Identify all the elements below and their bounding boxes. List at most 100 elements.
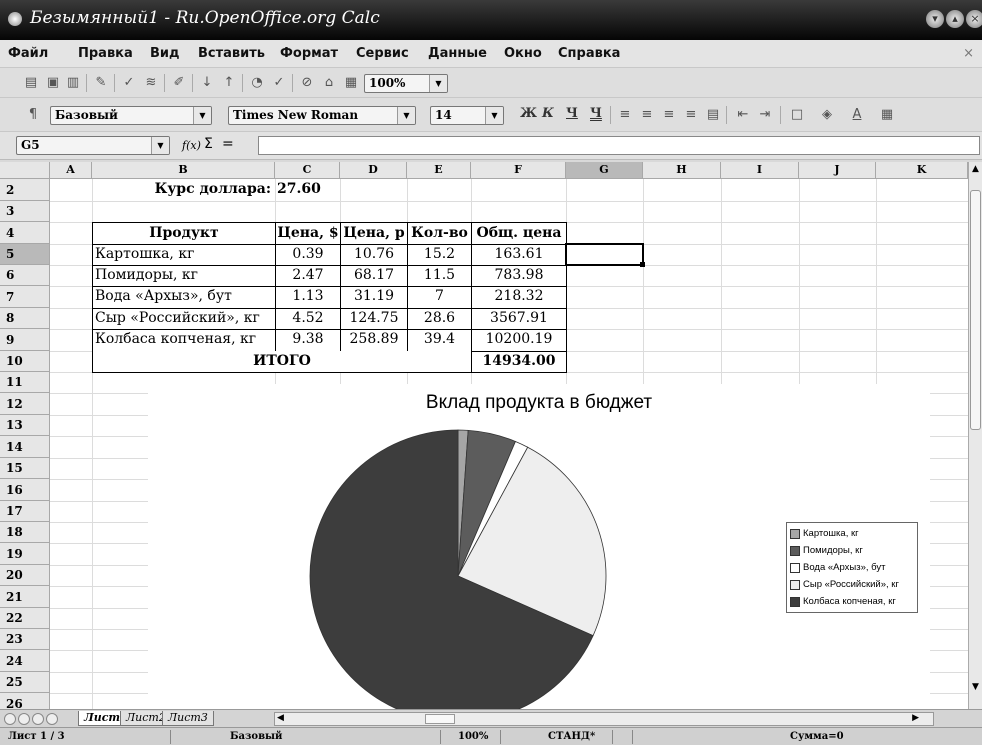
total-cell[interactable]: 3567.91 — [472, 308, 567, 330]
font-select[interactable]: Times New Roman ▼ — [228, 106, 416, 125]
sort-asc-icon[interactable]: ↓ — [198, 74, 216, 92]
function-icon[interactable]: = — [222, 136, 234, 152]
gallery-icon[interactable]: ⌂ — [320, 74, 338, 92]
first-sheet-icon[interactable] — [4, 713, 16, 725]
row-header-4[interactable]: 4 — [0, 222, 50, 244]
name-box[interactable]: G5 ▼ — [16, 136, 170, 155]
select-all-corner[interactable] — [0, 162, 50, 179]
app-icon[interactable] — [8, 12, 22, 26]
product-name-cell[interactable]: Сыр «Российский», кг — [92, 308, 276, 330]
vertical-scrollbar[interactable]: ▲ ▼ — [968, 162, 982, 709]
row-header-24[interactable]: 24 — [0, 650, 50, 672]
spellcheck-icon[interactable]: ✓ — [120, 74, 138, 92]
table-icon[interactable]: ▦ — [878, 106, 896, 124]
row-header-12[interactable]: 12 — [0, 393, 50, 415]
merge-cells-icon[interactable]: ▤ — [704, 106, 722, 124]
navigator-icon[interactable]: ⊘ — [298, 74, 316, 92]
menu-view[interactable]: Вид — [150, 46, 180, 61]
maximize-icon[interactable]: ▴ — [946, 10, 964, 28]
quantity-cell[interactable]: 7 — [408, 286, 472, 309]
row-header-16[interactable]: 16 — [0, 479, 50, 501]
hscroll-thumb[interactable] — [425, 714, 455, 724]
row-header-6[interactable]: 6 — [0, 265, 50, 286]
menu-data[interactable]: Данные — [428, 46, 487, 61]
close-document-icon[interactable]: × — [963, 46, 974, 61]
column-header-g[interactable]: G — [566, 162, 643, 179]
align-center-icon[interactable]: ≡ — [638, 106, 656, 124]
cell-cursor[interactable] — [565, 243, 644, 266]
price-rub-cell[interactable]: 124.75 — [341, 308, 408, 330]
price-usd-cell[interactable]: 9.38 — [276, 329, 341, 352]
clone-format-icon[interactable]: ✐ — [170, 74, 188, 92]
underline-button[interactable]: Ч — [566, 106, 578, 121]
zoom-select[interactable]: 100% ▼ — [364, 74, 448, 93]
price-rub-cell[interactable]: 31.19 — [341, 286, 408, 309]
row-header-19[interactable]: 19 — [0, 543, 50, 565]
last-sheet-icon[interactable] — [46, 713, 58, 725]
next-sheet-icon[interactable] — [32, 713, 44, 725]
total-label-cell[interactable]: ИТОГО — [92, 351, 472, 373]
chevron-down-icon[interactable]: ▼ — [429, 75, 447, 92]
row-header-8[interactable]: 8 — [0, 308, 50, 329]
row-header-26[interactable]: 26 — [0, 693, 50, 709]
column-header-i[interactable]: I — [721, 162, 799, 179]
price-rub-cell[interactable]: 68.17 — [341, 265, 408, 287]
rate-label-cell[interactable]: Курс доллара: — [92, 179, 274, 201]
close-icon[interactable]: × — [966, 10, 982, 28]
row-header-5[interactable]: 5 — [0, 244, 50, 265]
row-header-7[interactable]: 7 — [0, 286, 50, 308]
column-header-j[interactable]: J — [799, 162, 876, 179]
row-header-23[interactable]: 23 — [0, 629, 50, 650]
quantity-cell[interactable]: 28.6 — [408, 308, 472, 330]
column-header-c[interactable]: C — [275, 162, 340, 179]
bold-button[interactable]: Ж — [520, 106, 537, 121]
edit-file-icon[interactable]: ✎ — [92, 74, 110, 92]
draw-icon[interactable]: ✓ — [270, 74, 288, 92]
header-price-usd[interactable]: Цена, $ — [276, 222, 341, 245]
chevron-down-icon[interactable]: ▼ — [193, 107, 211, 124]
column-header-f[interactable]: F — [471, 162, 566, 179]
chevron-down-icon[interactable]: ▼ — [485, 107, 503, 124]
formula-input[interactable] — [258, 136, 980, 155]
menu-edit[interactable]: Правка — [78, 46, 133, 61]
row-header-2[interactable]: 2 — [0, 179, 50, 201]
autospell-icon[interactable]: ≋ — [142, 74, 160, 92]
row-header-21[interactable]: 21 — [0, 586, 50, 608]
scroll-left-icon[interactable]: ◀ — [277, 713, 284, 723]
product-name-cell[interactable]: Помидоры, кг — [92, 265, 276, 287]
chart-icon[interactable]: ◔ — [248, 74, 266, 92]
style-select[interactable]: Базовый ▼ — [50, 106, 212, 125]
row-header-20[interactable]: 20 — [0, 565, 50, 586]
menu-file[interactable]: Файл — [8, 46, 48, 61]
sort-desc-icon[interactable]: ↑ — [220, 74, 238, 92]
column-header-a[interactable]: A — [50, 162, 92, 179]
open-icon[interactable]: ▣ — [44, 74, 62, 92]
menu-format[interactable]: Формат — [280, 46, 338, 61]
column-header-e[interactable]: E — [407, 162, 471, 179]
row-header-25[interactable]: 25 — [0, 672, 50, 693]
price-rub-cell[interactable]: 10.76 — [341, 244, 408, 266]
sum-icon[interactable]: Σ — [204, 136, 213, 152]
align-left-icon[interactable]: ≡ — [616, 106, 634, 124]
decrease-indent-icon[interactable]: ⇤ — [734, 106, 752, 124]
grand-total-cell[interactable]: 14934.00 — [472, 351, 567, 373]
total-cell[interactable]: 163.61 — [472, 244, 567, 266]
row-header-13[interactable]: 13 — [0, 415, 50, 436]
price-rub-cell[interactable]: 258.89 — [341, 329, 408, 352]
total-cell[interactable]: 10200.19 — [472, 329, 567, 352]
quantity-cell[interactable]: 15.2 — [408, 244, 472, 266]
menu-window[interactable]: Окно — [504, 46, 542, 61]
column-header-b[interactable]: B — [92, 162, 275, 179]
row-header-22[interactable]: 22 — [0, 608, 50, 629]
chevron-down-icon[interactable]: ▼ — [397, 107, 415, 124]
row-header-18[interactable]: 18 — [0, 522, 50, 543]
menu-help[interactable]: Справка — [558, 46, 620, 61]
horizontal-scrollbar[interactable]: ◀ ▶ — [274, 712, 934, 726]
new-icon[interactable]: ▤ — [22, 74, 40, 92]
header-total[interactable]: Общ. цена — [472, 222, 567, 245]
datasources-icon[interactable]: ▦ — [342, 74, 360, 92]
tab-sheet3[interactable]: Лист3 — [162, 711, 214, 726]
save-icon[interactable]: ▥ — [64, 74, 82, 92]
pie-chart[interactable]: Вклад продукта в бюджет Картошка, кг Поми… — [148, 384, 930, 709]
double-underline-button[interactable]: Ч — [590, 106, 602, 121]
